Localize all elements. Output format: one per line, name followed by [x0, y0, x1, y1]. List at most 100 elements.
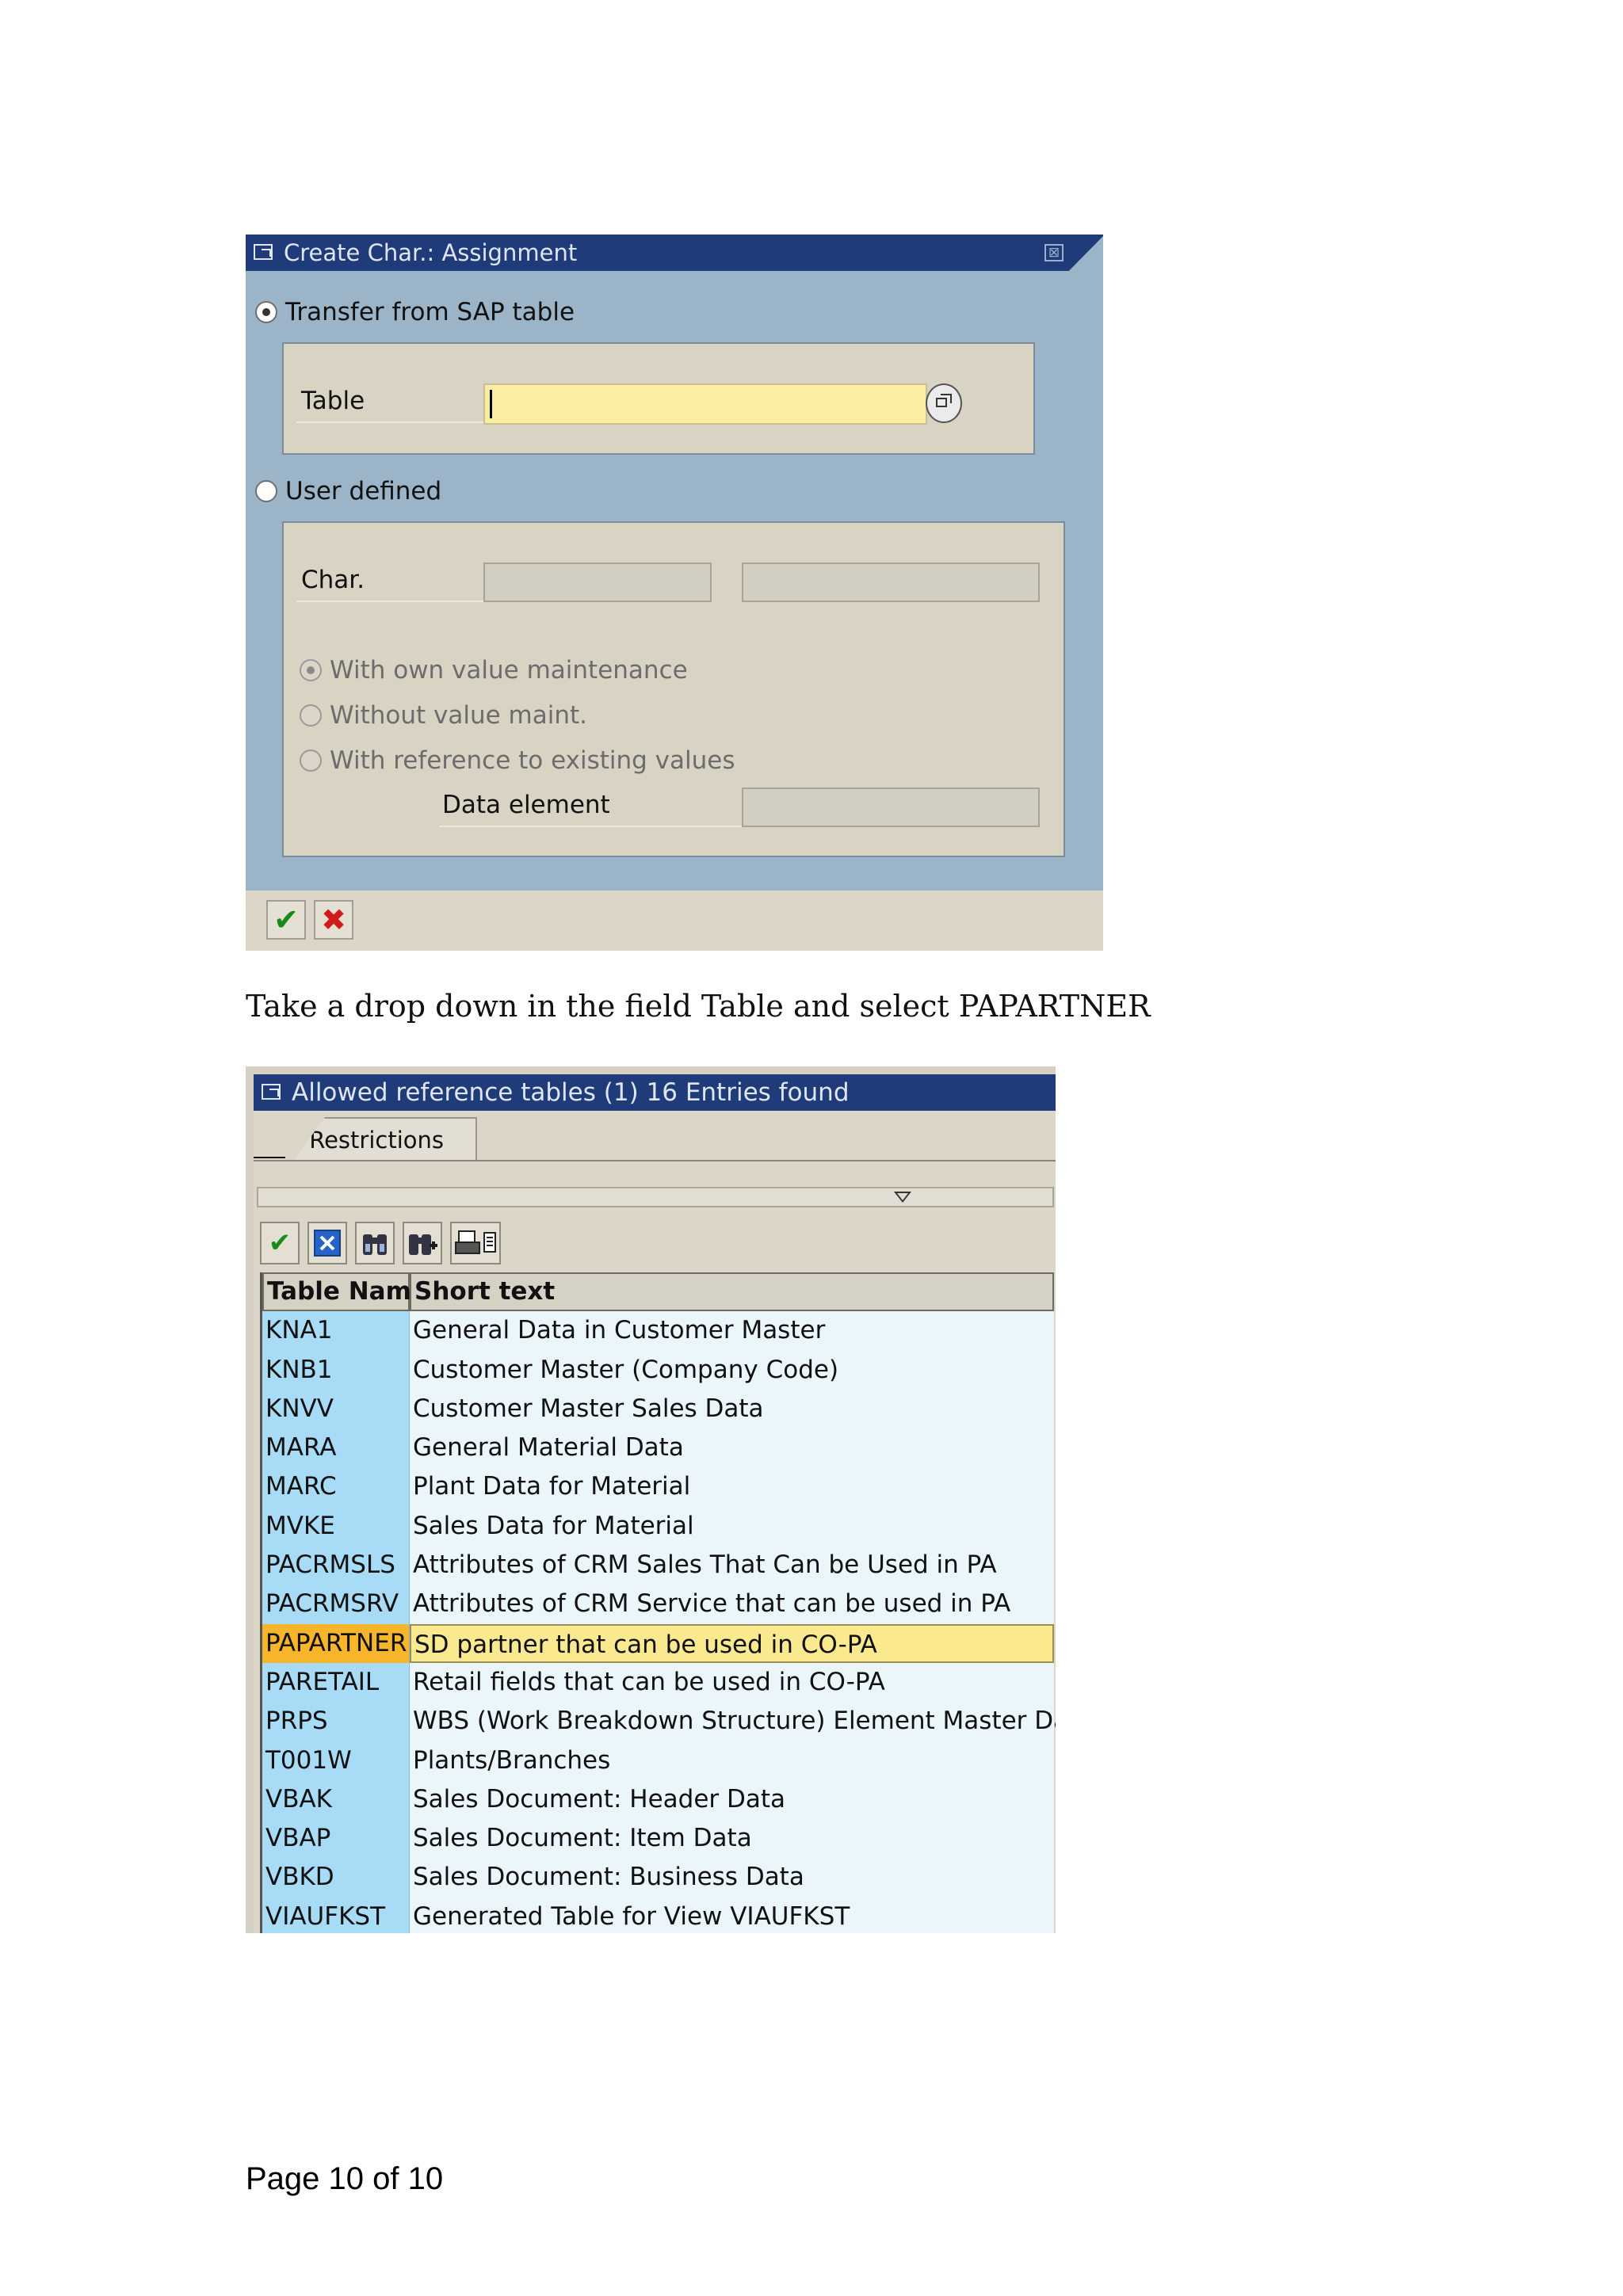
data-element-input[interactable]: [742, 788, 1040, 827]
tab-edge: [254, 1157, 285, 1158]
column-header-table-name[interactable]: Table Name: [262, 1272, 428, 1312]
table-label-underline: [296, 421, 483, 423]
table-name-cell[interactable]: PARETAIL: [262, 1662, 410, 1703]
table-name-cell[interactable]: MARC: [262, 1467, 410, 1507]
check-icon[interactable]: ✔: [260, 1222, 300, 1264]
text-cursor: [490, 390, 492, 418]
table-row[interactable]: PARETAIL Retail fields that can be used i…: [262, 1662, 1054, 1703]
create-char-assignment-dialog: Create Char.: Assignment ⊠ Transfer from…: [246, 235, 1103, 951]
table-name-cell[interactable]: MARA: [262, 1428, 410, 1468]
table-name-cell[interactable]: VBAP: [262, 1819, 410, 1859]
tab-restrictions[interactable]: Restrictions: [293, 1117, 477, 1161]
radio-transfer-from-sap-table[interactable]: [255, 301, 277, 323]
table-name-cell[interactable]: VBAK: [262, 1779, 410, 1820]
table-name-cell[interactable]: VIAUFKST: [262, 1897, 410, 1933]
short-text-cell[interactable]: Plant Data for Material: [410, 1467, 1054, 1507]
table-row[interactable]: VBKD Sales Document: Business Data: [262, 1858, 1054, 1897]
window-icon: [254, 244, 273, 260]
cancel-x-icon[interactable]: ✖: [314, 900, 353, 940]
page-footer: Page 10 of 10: [246, 2161, 444, 2196]
radio-own-value-maintenance[interactable]: [300, 659, 322, 681]
table-row[interactable]: MVKE Sales Data for Material: [262, 1506, 1054, 1547]
table-input[interactable]: [483, 383, 927, 425]
dialog2-title-bar: Allowed reference tables (1) 16 Entries …: [254, 1074, 1056, 1111]
table-row[interactable]: T001W Plants/Branches: [262, 1741, 1054, 1780]
user-defined-group-box: Char. With own value maintenance Without…: [282, 521, 1065, 857]
confirm-check-icon[interactable]: ✔: [266, 900, 306, 940]
dialog2-title: Allowed reference tables (1) 16 Entries …: [292, 1078, 850, 1107]
table-name-cell[interactable]: KNA1: [262, 1311, 410, 1351]
short-text-cell[interactable]: General Data in Customer Master: [410, 1311, 1054, 1351]
print-icon[interactable]: [450, 1222, 501, 1264]
table-name-cell[interactable]: PACRMSLS: [262, 1546, 410, 1585]
data-element-underline: [439, 826, 742, 827]
radio-user-defined-label: User defined: [285, 477, 442, 505]
short-text-cell[interactable]: Attributes of CRM Sales That Can be Used…: [410, 1546, 1054, 1585]
dialog-button-bar: ✔ ✖: [246, 891, 1103, 951]
instruction-text: Take a drop down in the field Table and …: [246, 989, 1151, 1024]
radio-user-defined[interactable]: [255, 480, 277, 502]
short-text-cell[interactable]: WBS (Work Breakdown Structure) Element M…: [410, 1702, 1056, 1741]
table-row[interactable]: VBAK Sales Document: Header Data: [262, 1779, 1054, 1820]
table-row[interactable]: VBAP Sales Document: Item Data: [262, 1819, 1054, 1859]
window-icon: [262, 1084, 281, 1100]
transfer-group-box: Table: [282, 342, 1035, 455]
column-header-short-text[interactable]: Short text: [410, 1272, 1054, 1312]
triangle-down-icon[interactable]: [894, 1192, 911, 1203]
radio-reference-existing-values[interactable]: [300, 749, 322, 772]
table-row[interactable]: PACRMSRV Attributes of CRM Service that c…: [262, 1585, 1054, 1624]
table-row[interactable]: VIAUFKST Generated Table for View VIAUFKS…: [262, 1897, 1054, 1933]
short-text-cell[interactable]: Sales Document: Item Data: [410, 1819, 1054, 1859]
value-help-icon[interactable]: [926, 383, 962, 423]
short-text-cell[interactable]: Generated Table for View VIAUFKST: [410, 1897, 1054, 1933]
table-row[interactable]: KNA1 General Data in Customer Master: [262, 1311, 1054, 1351]
short-text-cell[interactable]: Sales Data for Material: [410, 1506, 1054, 1547]
table-row[interactable]: PAPARTNER SD partner that can be used in …: [262, 1623, 1054, 1663]
short-text-cell[interactable]: General Material Data: [410, 1428, 1054, 1468]
option-reference-label: With reference to existing values: [330, 746, 735, 775]
reference-tables-list: Table Name Short text KNA1 General Data i…: [260, 1272, 1056, 1933]
find-next-icon[interactable]: [403, 1222, 442, 1264]
table-row[interactable]: MARC Plant Data for Material: [262, 1467, 1054, 1507]
table-name-cell[interactable]: KNVV: [262, 1389, 410, 1429]
table-name-cell[interactable]: PACRMSRV: [262, 1585, 410, 1624]
char-input[interactable]: [483, 563, 712, 602]
allowed-reference-tables-dialog: Allowed reference tables (1) 16 Entries …: [246, 1066, 1056, 1933]
table-row[interactable]: PRPS WBS (Work Breakdown Structure) Eleme…: [262, 1702, 1056, 1741]
short-text-cell[interactable]: SD partner that can be used in CO-PA: [410, 1623, 1054, 1663]
dialog-title: Create Char.: Assignment: [284, 239, 578, 266]
short-text-cell[interactable]: Customer Master (Company Code): [410, 1350, 1054, 1390]
radio-without-value-maint[interactable]: [300, 704, 322, 727]
short-text-cell[interactable]: Sales Document: Header Data: [410, 1779, 1054, 1820]
table-row[interactable]: KNVV Customer Master Sales Data: [262, 1389, 1054, 1429]
table-row[interactable]: MARA General Material Data: [262, 1428, 1054, 1468]
char-label-underline: [296, 601, 483, 602]
table-row[interactable]: KNB1 Customer Master (Company Code): [262, 1350, 1054, 1390]
option-without-label: Without value maint.: [330, 701, 588, 730]
dialog-title-bar: Create Char.: Assignment ⊠: [246, 235, 1103, 271]
restrictions-expand-bar[interactable]: [257, 1187, 1054, 1207]
option-own-label: With own value maintenance: [330, 656, 688, 685]
cancel-icon[interactable]: [307, 1222, 347, 1264]
list-toolbar: ✔: [260, 1222, 1056, 1266]
table-name-cell[interactable]: T001W: [262, 1741, 410, 1780]
table-name-cell[interactable]: MVKE: [262, 1506, 410, 1547]
table-header-row: Table Name Short text: [262, 1272, 1054, 1312]
short-text-cell[interactable]: Attributes of CRM Service that can be us…: [410, 1585, 1054, 1624]
table-name-cell[interactable]: VBKD: [262, 1858, 410, 1897]
table-name-cell[interactable]: PRPS: [262, 1702, 410, 1741]
short-text-cell[interactable]: Sales Document: Business Data: [410, 1858, 1054, 1897]
data-element-label: Data element: [442, 791, 610, 819]
short-text-cell[interactable]: Customer Master Sales Data: [410, 1389, 1054, 1429]
char-label: Char.: [301, 566, 365, 594]
table-row[interactable]: PACRMSLS Attributes of CRM Sales That Can…: [262, 1546, 1054, 1585]
table-label: Table: [301, 387, 365, 415]
close-icon[interactable]: ⊠: [1044, 244, 1064, 261]
tab-divider: [254, 1160, 1056, 1161]
find-icon[interactable]: [355, 1222, 395, 1264]
char-description-input[interactable]: [742, 563, 1040, 602]
short-text-cell[interactable]: Plants/Branches: [410, 1741, 1054, 1780]
short-text-cell[interactable]: Retail fields that can be used in CO-PA: [410, 1662, 1054, 1703]
table-name-cell[interactable]: KNB1: [262, 1350, 410, 1390]
table-name-cell[interactable]: PAPARTNER: [262, 1623, 410, 1663]
